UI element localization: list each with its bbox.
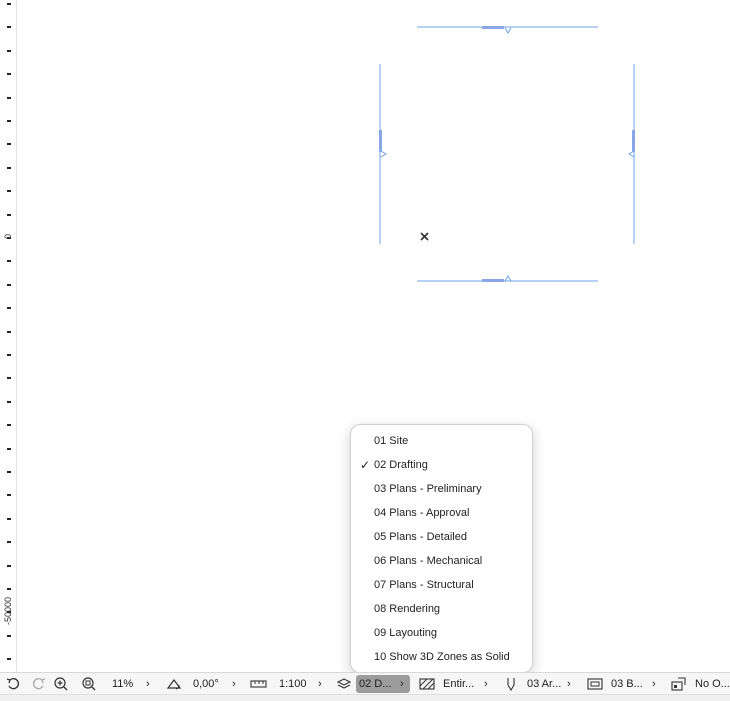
ruler-tick <box>7 26 11 28</box>
menu-item-label: 08 Rendering <box>374 603 441 615</box>
ruler-tick <box>7 307 11 309</box>
bottom-marker <box>482 279 504 282</box>
model-view-value[interactable]: 03 B... <box>611 673 643 695</box>
right-marker <box>632 130 635 152</box>
menu-item-label: 10 Show 3D Zones as Solid <box>374 651 510 663</box>
ruler-tick <box>7 167 11 169</box>
bottom-marker-arrow <box>504 275 512 282</box>
ruler-tick <box>7 565 11 567</box>
ruler-tick <box>7 658 11 660</box>
override-value[interactable]: No O... <box>695 673 730 695</box>
structure-hatch-icon <box>419 678 435 690</box>
ruler-tick <box>7 214 11 216</box>
ruler-tick <box>7 260 11 262</box>
scale-value[interactable]: 1:100 <box>279 673 307 695</box>
ruler-tick <box>7 190 11 192</box>
menu-item-label: 03 Plans - Preliminary <box>374 483 482 495</box>
menu-item-label: 09 Layouting <box>374 627 437 639</box>
ruler-tick <box>7 424 11 426</box>
menu-item-label: 07 Plans - Structural <box>374 579 474 591</box>
pen-icon <box>507 678 515 691</box>
menu-item[interactable]: 01 Site <box>351 429 532 453</box>
top-marker-arrow <box>504 27 512 34</box>
zoom-fit-icon <box>82 677 96 691</box>
ruler-tick <box>7 143 11 145</box>
ruler-tick <box>7 120 11 122</box>
vertical-ruler: 0 -50000 <box>0 0 17 672</box>
top-marker <box>482 26 504 29</box>
scale-chevron-icon[interactable]: › <box>318 673 322 695</box>
layer-chevron-icon[interactable]: › <box>400 673 404 695</box>
ruler-tick <box>7 541 11 543</box>
origin-cross-icon <box>420 232 429 241</box>
rotation-chevron-icon[interactable]: › <box>232 673 236 695</box>
ruler-tick <box>7 588 11 590</box>
ruler-tick <box>7 518 11 520</box>
layer-combination-menu: 01 Site ✓ 02 Drafting 03 Plans - Preliminar… <box>350 424 533 673</box>
ruler-tick <box>7 73 11 75</box>
menu-item[interactable]: 03 Plans - Preliminary <box>351 477 532 501</box>
model-view-icon <box>587 678 603 690</box>
rotate-view-icon <box>166 679 182 690</box>
menu-item[interactable]: ✓ 02 Drafting <box>351 453 532 477</box>
ruler-tick <box>7 354 11 356</box>
ruler-tick <box>7 448 11 450</box>
ruler-tick <box>7 377 11 379</box>
structure-chevron-icon[interactable]: › <box>484 673 488 695</box>
rotation-value[interactable]: 0,00° <box>193 673 219 695</box>
ruler-tick <box>7 50 11 52</box>
menu-item-label: 05 Plans - Detailed <box>374 531 467 543</box>
checkmark-icon: ✓ <box>360 458 371 472</box>
ruler-tick <box>7 635 11 637</box>
ruler-tick <box>7 401 11 403</box>
menu-item[interactable]: 09 Layouting <box>351 621 532 645</box>
menu-item-label: 02 Drafting <box>374 459 428 471</box>
zoom-value[interactable]: 11% <box>112 673 133 695</box>
undo-zoom-icon <box>6 678 19 690</box>
menu-item[interactable]: 07 Plans - Structural <box>351 573 532 597</box>
ruler-tick <box>7 471 11 473</box>
menu-item[interactable]: 04 Plans - Approval <box>351 501 532 525</box>
left-marker-arrow <box>380 150 387 158</box>
menu-item[interactable]: 05 Plans - Detailed <box>351 525 532 549</box>
layer-combination-value[interactable]: 02 D... <box>359 673 391 695</box>
ruler-scale-icon <box>250 680 267 688</box>
zoom-chevron-icon[interactable]: › <box>146 673 150 695</box>
ruler-tick <box>7 3 11 5</box>
ruler-tick <box>7 331 11 333</box>
status-bar: 11% › 0,00° › 1:100 › 02 D... › Entir...… <box>0 672 730 695</box>
pen-set-value[interactable]: 03 Ar... <box>527 673 561 695</box>
ruler-tick <box>7 284 11 286</box>
model-view-chevron-icon[interactable]: › <box>652 673 656 695</box>
menu-item[interactable]: 06 Plans - Mechanical <box>351 549 532 573</box>
ruler-tick <box>7 494 11 496</box>
zoom-in-icon <box>54 677 68 691</box>
redo-zoom-icon <box>33 678 46 690</box>
menu-item[interactable]: 08 Rendering <box>351 597 532 621</box>
ruler-label-neg: -50000 <box>3 596 13 625</box>
ruler-tick <box>7 97 11 99</box>
structure-value[interactable]: Entir... <box>443 673 474 695</box>
graphic-override-icon <box>671 677 686 691</box>
left-marker <box>379 130 382 152</box>
right-marker-arrow <box>628 150 635 158</box>
menu-item-label: 04 Plans - Approval <box>374 507 470 519</box>
ruler-label-zero: 0 <box>3 233 13 239</box>
menu-item[interactable]: 10 Show 3D Zones as Solid <box>351 645 532 669</box>
pen-set-chevron-icon[interactable]: › <box>567 673 571 695</box>
menu-item-label: 01 Site <box>374 435 409 447</box>
layers-icon <box>336 678 352 689</box>
menu-item-label: 06 Plans - Mechanical <box>374 555 483 567</box>
